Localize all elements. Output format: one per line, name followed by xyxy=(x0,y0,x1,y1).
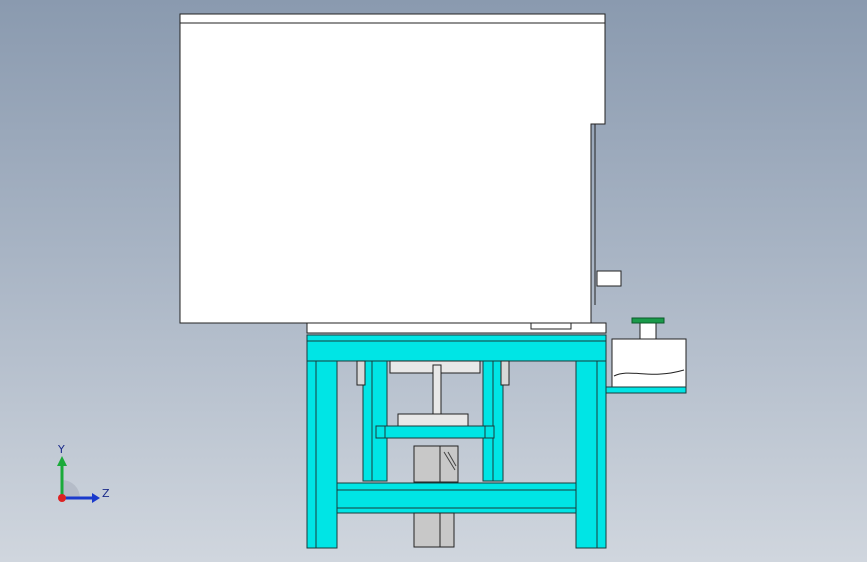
machine-model[interactable] xyxy=(0,0,867,562)
frame-leg-left[interactable] xyxy=(306,360,338,549)
emergency-stop-icon[interactable] xyxy=(631,317,665,340)
lower-motor[interactable] xyxy=(413,512,455,548)
frame-lower-beam[interactable] xyxy=(336,482,577,514)
side-handle[interactable] xyxy=(596,270,622,287)
cad-viewport[interactable]: Y Z xyxy=(0,0,867,562)
frame-top-beam[interactable] xyxy=(306,334,607,362)
frame-leg-right[interactable] xyxy=(575,360,607,549)
base-plate[interactable] xyxy=(306,322,607,334)
drive-motor[interactable] xyxy=(413,445,459,483)
axis-z-label: Z xyxy=(102,487,110,500)
lift-bracket[interactable] xyxy=(375,413,495,439)
enclosure-cabinet[interactable] xyxy=(179,13,606,324)
axis-y-label: Y xyxy=(58,443,65,456)
control-box[interactable] xyxy=(605,338,687,394)
